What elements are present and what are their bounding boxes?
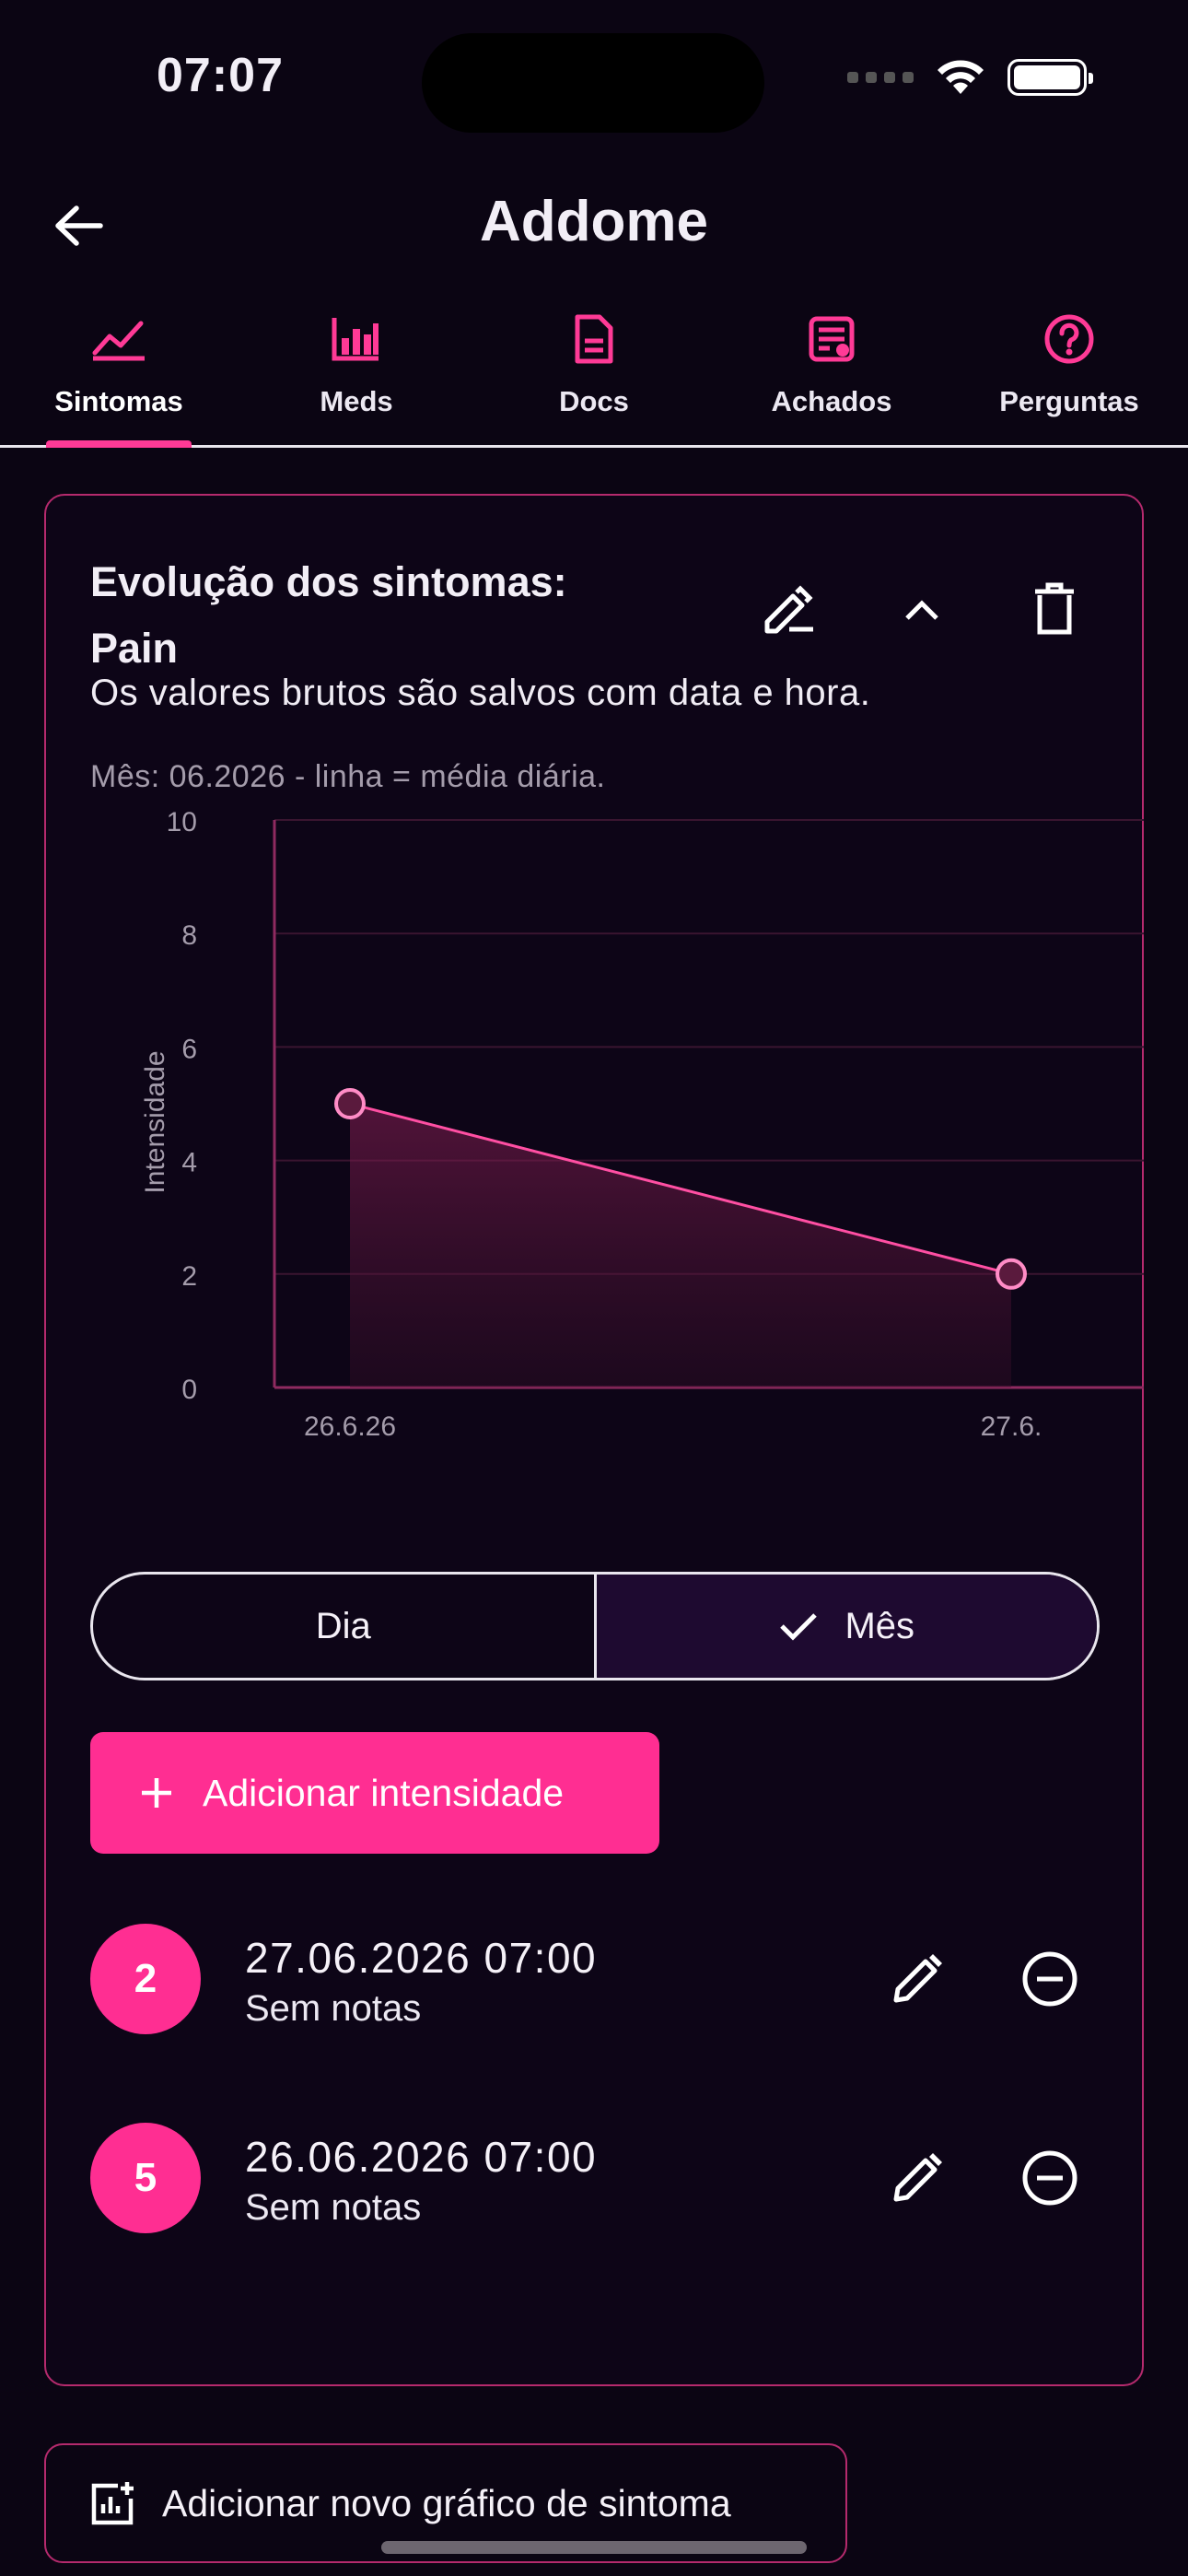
toggle-day[interactable]: Dia — [93, 1575, 594, 1678]
symptom-card: Evolução dos sintomas: Pain Os valores b… — [44, 494, 1144, 2386]
tab-achados[interactable]: Achados — [713, 304, 950, 445]
entry-note: Sem notas — [245, 1988, 422, 2029]
entry-note: Sem notas — [245, 2187, 422, 2228]
x-tick-label: 27.6. — [981, 1411, 1042, 1442]
entry-datetime: 26.06.2026 07:00 — [245, 2133, 598, 2181]
tab-perguntas[interactable]: Perguntas — [950, 304, 1188, 445]
x-axis-label: Dia — [618, 1497, 659, 1500]
findings-icon — [809, 316, 855, 362]
battery-icon — [1007, 59, 1093, 96]
tab-label: Achados — [771, 385, 892, 417]
intensity-badge: 5 — [90, 2123, 201, 2233]
entries-list: 2 27.06.2026 07:00 Sem notas 5 26.06.202… — [90, 1924, 1100, 2322]
edit-pen-icon — [764, 585, 813, 634]
entry-datetime: 27.06.2026 07:00 — [245, 1934, 598, 1982]
add-intensity-label: Adicionar intensidade — [203, 1771, 565, 1814]
document-icon — [575, 314, 613, 364]
y-axis-label: Intensidade — [140, 1050, 170, 1193]
rename-button[interactable] — [757, 577, 821, 641]
add-chart-icon — [91, 2482, 134, 2525]
y-tick-label: 0 — [181, 1375, 197, 1405]
minus-circle-icon — [1022, 1951, 1077, 2007]
check-icon — [780, 1613, 818, 1641]
x-tick-label: 26.6.26 — [304, 1411, 396, 1442]
pencil-icon — [893, 2153, 942, 2202]
cellular-signal-icon — [847, 72, 914, 83]
status-time: 07:07 — [157, 49, 284, 102]
card-title: Evolução dos sintomas: Pain — [90, 558, 567, 672]
bar-chart-icon — [332, 318, 379, 361]
y-tick-label: 4 — [181, 1148, 197, 1178]
card-subtitle: Os valores brutos são salvos com data e … — [90, 673, 871, 713]
add-symptom-chart-label: Adicionar novo gráfico de sintoma — [162, 2481, 731, 2524]
page-title: Addome — [480, 190, 708, 253]
wifi-icon — [938, 60, 984, 94]
plus-icon — [142, 1778, 171, 1808]
status-indicators — [847, 57, 1093, 98]
symptom-chart: 0 2 4 6 8 10 26.6.26 27.6. Intensidade Dia — [140, 807, 1144, 1500]
series-area — [350, 1104, 1011, 1388]
chevron-up-icon — [905, 600, 938, 620]
trash-icon — [1035, 582, 1074, 635]
y-tick-label: 2 — [181, 1261, 197, 1292]
tab-docs[interactable]: Docs — [475, 304, 713, 445]
data-point — [334, 1088, 366, 1119]
edit-entry-button[interactable] — [882, 1944, 952, 2014]
chart-caption: Mês: 06.2026 - linha = média diária. — [90, 759, 606, 794]
tab-bar: Sintomas Meds Docs Achados Perguntas — [0, 304, 1188, 448]
tab-sintomas[interactable]: Sintomas — [0, 304, 238, 448]
delete-chart-button[interactable] — [1022, 577, 1087, 641]
tab-label: Perguntas — [999, 385, 1139, 417]
toggle-month[interactable]: Mês — [593, 1575, 1097, 1678]
toggle-day-label: Dia — [315, 1605, 371, 1646]
y-tick-label: 8 — [181, 920, 197, 951]
trend-chart-icon — [92, 321, 145, 361]
tab-meds[interactable]: Meds — [238, 304, 475, 445]
dynamic-island — [422, 33, 764, 133]
list-item: 5 26.06.2026 07:00 Sem notas — [90, 2123, 1100, 2322]
data-point — [996, 1258, 1027, 1290]
tab-label: Docs — [559, 385, 629, 417]
edit-entry-button[interactable] — [882, 2143, 952, 2213]
pencil-icon — [893, 1954, 942, 2003]
tab-label: Sintomas — [54, 385, 183, 417]
range-toggle: Dia Mês — [90, 1572, 1100, 1680]
help-circle-icon — [1044, 314, 1094, 364]
list-item: 2 27.06.2026 07:00 Sem notas — [90, 1924, 1100, 2123]
remove-entry-button[interactable] — [1015, 2143, 1085, 2213]
y-tick-label: 6 — [181, 1034, 197, 1064]
toggle-month-label: Mês — [844, 1605, 915, 1646]
intensity-badge: 2 — [90, 1924, 201, 2034]
add-intensity-button[interactable]: Adicionar intensidade — [90, 1732, 659, 1854]
minus-circle-icon — [1022, 2150, 1077, 2206]
tab-label: Meds — [320, 385, 393, 417]
y-tick-label: 10 — [167, 807, 197, 837]
card-actions — [757, 577, 1087, 641]
home-indicator — [381, 2541, 807, 2554]
collapse-button[interactable] — [890, 577, 954, 641]
remove-entry-button[interactable] — [1015, 1944, 1085, 2014]
